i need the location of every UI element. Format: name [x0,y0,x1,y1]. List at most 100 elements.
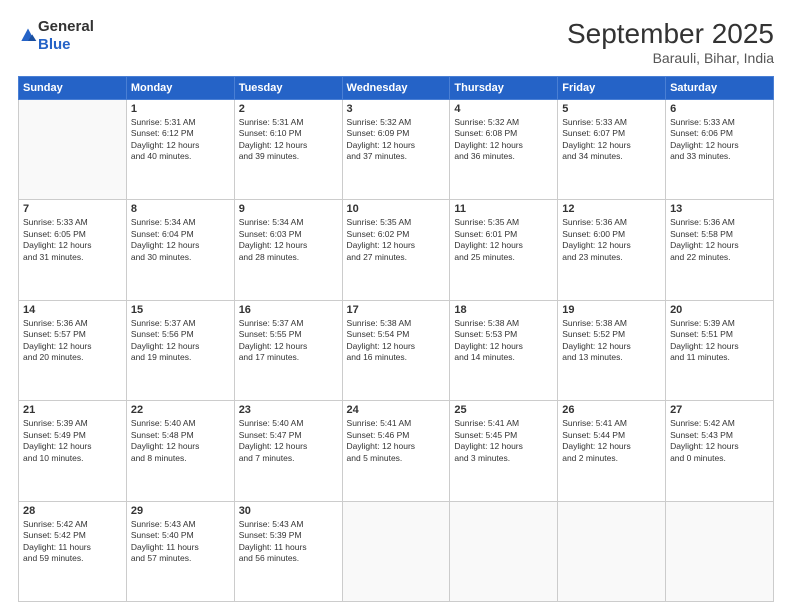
day-info: Sunrise: 5:43 AM Sunset: 5:40 PM Dayligh… [131,519,230,565]
day-info: Sunrise: 5:34 AM Sunset: 6:03 PM Dayligh… [239,217,338,263]
day-info: Sunrise: 5:34 AM Sunset: 6:04 PM Dayligh… [131,217,230,263]
calendar-cell: 7 Sunrise: 5:33 AM Sunset: 6:05 PM Daylig… [19,200,127,300]
calendar-cell: 3 Sunrise: 5:32 AM Sunset: 6:09 PM Daylig… [342,100,450,200]
calendar-cell: 22 Sunrise: 5:40 AM Sunset: 5:48 PM Dayli… [126,401,234,501]
day-info: Sunrise: 5:33 AM Sunset: 6:07 PM Dayligh… [562,117,661,163]
calendar-cell: 10 Sunrise: 5:35 AM Sunset: 6:02 PM Dayli… [342,200,450,300]
calendar-cell: 2Sunrise: 5:31 AM Sunset: 6:10 PM Daylig… [234,100,342,200]
day-number: 24 [347,404,446,416]
day-info: Sunrise: 5:42 AM Sunset: 5:42 PM Dayligh… [23,519,122,565]
day-number: 18 [454,304,553,316]
title-block: September 2025 Barauli, Bihar, India [567,18,774,66]
weekday-header-monday: Monday [126,77,234,100]
calendar-cell: 24 Sunrise: 5:41 AM Sunset: 5:46 PM Dayli… [342,401,450,501]
day-info: Sunrise: 5:43 AM Sunset: 5:39 PM Dayligh… [239,519,338,565]
day-info: Sunrise: 5:33 AM Sunset: 6:05 PM Dayligh… [23,217,122,263]
logo-blue: Blue [38,36,71,53]
week-row-0: 1Sunrise: 5:31 AM Sunset: 6:12 PM Daylig… [19,100,774,200]
location-title: Barauli, Bihar, India [567,50,774,66]
day-number: 4 [454,103,553,115]
calendar-cell: 21 Sunrise: 5:39 AM Sunset: 5:49 PM Dayli… [19,401,127,501]
calendar-cell: 28 Sunrise: 5:42 AM Sunset: 5:42 PM Dayli… [19,501,127,601]
day-number: 14 [23,304,122,316]
calendar-cell: 18 Sunrise: 5:38 AM Sunset: 5:53 PM Dayli… [450,300,558,400]
day-info: Sunrise: 5:38 AM Sunset: 5:52 PM Dayligh… [562,318,661,364]
day-number: 6 [670,103,769,115]
day-info: Sunrise: 5:38 AM Sunset: 5:53 PM Dayligh… [454,318,553,364]
calendar-cell [666,501,774,601]
calendar-cell: 29 Sunrise: 5:43 AM Sunset: 5:40 PM Dayli… [126,501,234,601]
calendar-cell: 11 Sunrise: 5:35 AM Sunset: 6:01 PM Dayli… [450,200,558,300]
day-info: Sunrise: 5:36 AM Sunset: 5:58 PM Dayligh… [670,217,769,263]
calendar-cell: 15 Sunrise: 5:37 AM Sunset: 5:56 PM Dayli… [126,300,234,400]
day-info: Sunrise: 5:33 AM Sunset: 6:06 PM Dayligh… [670,117,769,163]
weekday-header-tuesday: Tuesday [234,77,342,100]
month-title: September 2025 [567,18,774,50]
day-number: 20 [670,304,769,316]
calendar-cell: 17Sunrise: 5:38 AM Sunset: 5:54 PM Dayli… [342,300,450,400]
day-number: 15 [131,304,230,316]
day-info: Sunrise: 5:37 AM Sunset: 5:56 PM Dayligh… [131,318,230,364]
weekday-header-sunday: Sunday [19,77,127,100]
day-number: 23 [239,404,338,416]
day-info: Sunrise: 5:35 AM Sunset: 6:02 PM Dayligh… [347,217,446,263]
day-info: Sunrise: 5:31 AM Sunset: 6:10 PM Dayligh… [239,117,338,163]
day-number: 30 [239,505,338,517]
day-number: 25 [454,404,553,416]
calendar-cell [450,501,558,601]
day-number: 13 [670,203,769,215]
calendar-cell: 20 Sunrise: 5:39 AM Sunset: 5:51 PM Dayli… [666,300,774,400]
day-info: Sunrise: 5:42 AM Sunset: 5:43 PM Dayligh… [670,418,769,464]
calendar-cell: 13 Sunrise: 5:36 AM Sunset: 5:58 PM Dayli… [666,200,774,300]
day-number: 26 [562,404,661,416]
calendar-cell [558,501,666,601]
day-info: Sunrise: 5:35 AM Sunset: 6:01 PM Dayligh… [454,217,553,263]
calendar-cell: 26 Sunrise: 5:41 AM Sunset: 5:44 PM Dayli… [558,401,666,501]
day-number: 9 [239,203,338,215]
day-number: 29 [131,505,230,517]
day-info: Sunrise: 5:36 AM Sunset: 6:00 PM Dayligh… [562,217,661,263]
day-number: 22 [131,404,230,416]
day-number: 19 [562,304,661,316]
logo-icon [18,26,38,46]
calendar-table: SundayMondayTuesdayWednesdayThursdayFrid… [18,76,774,602]
calendar-cell: 9 Sunrise: 5:34 AM Sunset: 6:03 PM Daylig… [234,200,342,300]
day-number: 7 [23,203,122,215]
calendar-cell: 1Sunrise: 5:31 AM Sunset: 6:12 PM Daylig… [126,100,234,200]
weekday-header-saturday: Saturday [666,77,774,100]
day-number: 28 [23,505,122,517]
calendar-cell: 6 Sunrise: 5:33 AM Sunset: 6:06 PM Daylig… [666,100,774,200]
calendar-cell: 5Sunrise: 5:33 AM Sunset: 6:07 PM Daylig… [558,100,666,200]
day-info: Sunrise: 5:39 AM Sunset: 5:51 PM Dayligh… [670,318,769,364]
calendar-cell [342,501,450,601]
day-number: 11 [454,203,553,215]
calendar-cell: 8 Sunrise: 5:34 AM Sunset: 6:04 PM Daylig… [126,200,234,300]
day-info: Sunrise: 5:41 AM Sunset: 5:46 PM Dayligh… [347,418,446,464]
calendar-cell: 16Sunrise: 5:37 AM Sunset: 5:55 PM Dayli… [234,300,342,400]
calendar-cell: 25 Sunrise: 5:41 AM Sunset: 5:45 PM Dayli… [450,401,558,501]
week-row-4: 28 Sunrise: 5:42 AM Sunset: 5:42 PM Dayli… [19,501,774,601]
header: General Blue September 2025 Barauli, Bih… [18,18,774,66]
day-number: 17 [347,304,446,316]
week-row-1: 7 Sunrise: 5:33 AM Sunset: 6:05 PM Daylig… [19,200,774,300]
weekday-header-friday: Friday [558,77,666,100]
calendar-cell [19,100,127,200]
day-info: Sunrise: 5:32 AM Sunset: 6:09 PM Dayligh… [347,117,446,163]
day-info: Sunrise: 5:36 AM Sunset: 5:57 PM Dayligh… [23,318,122,364]
day-number: 21 [23,404,122,416]
calendar-cell: 14 Sunrise: 5:36 AM Sunset: 5:57 PM Dayli… [19,300,127,400]
day-info: Sunrise: 5:40 AM Sunset: 5:47 PM Dayligh… [239,418,338,464]
day-number: 3 [347,103,446,115]
day-info: Sunrise: 5:39 AM Sunset: 5:49 PM Dayligh… [23,418,122,464]
week-row-2: 14 Sunrise: 5:36 AM Sunset: 5:57 PM Dayli… [19,300,774,400]
logo-general: General [38,18,94,35]
calendar-cell: 19 Sunrise: 5:38 AM Sunset: 5:52 PM Dayli… [558,300,666,400]
day-info: Sunrise: 5:40 AM Sunset: 5:48 PM Dayligh… [131,418,230,464]
day-info: Sunrise: 5:32 AM Sunset: 6:08 PM Dayligh… [454,117,553,163]
day-number: 8 [131,203,230,215]
day-number: 12 [562,203,661,215]
day-info: Sunrise: 5:41 AM Sunset: 5:45 PM Dayligh… [454,418,553,464]
day-number: 10 [347,203,446,215]
calendar-cell: 30 Sunrise: 5:43 AM Sunset: 5:39 PM Dayli… [234,501,342,601]
day-info: Sunrise: 5:41 AM Sunset: 5:44 PM Dayligh… [562,418,661,464]
